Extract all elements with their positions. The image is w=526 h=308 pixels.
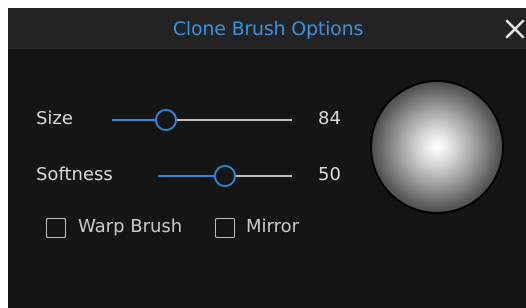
softness-value: 50 — [318, 164, 341, 185]
size-value: 84 — [318, 108, 341, 129]
brush-preview — [370, 80, 504, 214]
clone-brush-options-dialog: Clone Brush Options Size 84 Softness 50 … — [8, 8, 526, 308]
dialog-title: Clone Brush Options — [172, 18, 364, 40]
warp-brush-checkbox[interactable] — [46, 218, 66, 238]
close-button[interactable] — [502, 16, 526, 42]
size-slider-knob[interactable] — [155, 109, 177, 131]
softness-label: Softness — [36, 164, 113, 185]
close-icon — [505, 19, 525, 39]
title-bar: Clone Brush Options — [8, 8, 526, 49]
size-label: Size — [36, 108, 73, 129]
warp-brush-label[interactable]: Warp Brush — [78, 216, 182, 237]
mirror-label[interactable]: Mirror — [246, 216, 299, 237]
softness-slider-knob[interactable] — [214, 165, 236, 187]
mirror-checkbox[interactable] — [215, 218, 235, 238]
